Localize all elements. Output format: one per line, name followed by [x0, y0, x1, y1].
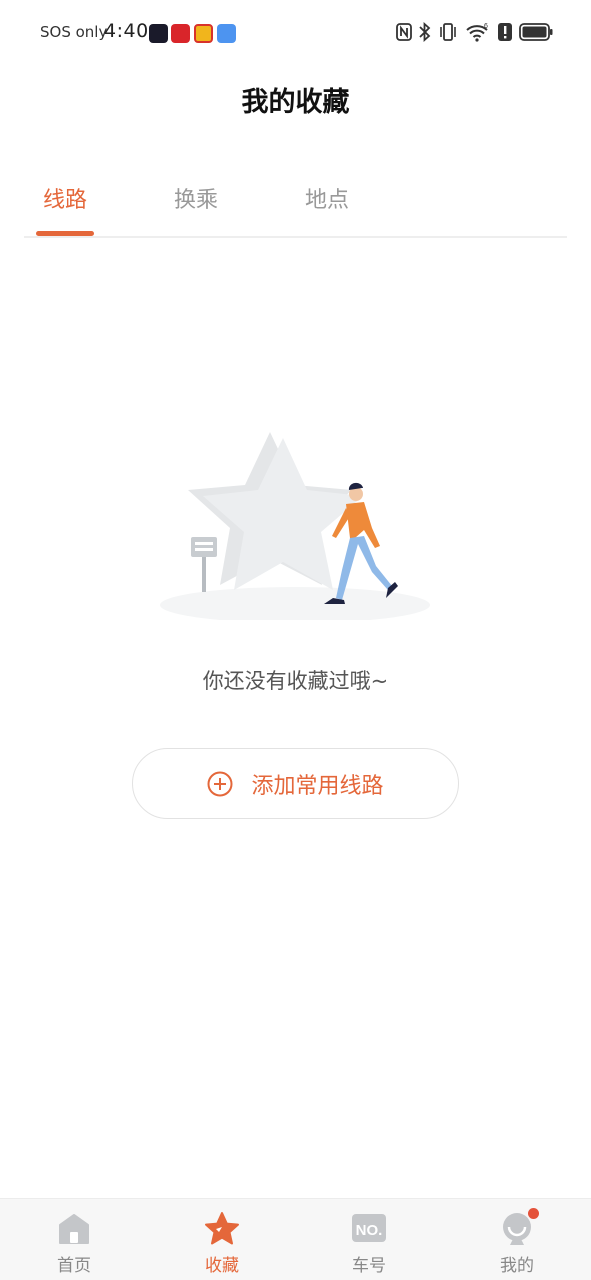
- nav-home[interactable]: 首页: [14, 1199, 134, 1280]
- home-icon: [59, 1214, 89, 1244]
- tab-indicator: [36, 231, 94, 236]
- nav-home-label: 首页: [57, 1256, 91, 1276]
- add-route-button[interactable]: 添加常用线路: [132, 748, 459, 819]
- empty-favorites-illustration: [160, 432, 430, 620]
- tab-places[interactable]: 地点: [305, 182, 349, 214]
- bottom-nav: 首页 收藏 NO. 车号 我的: [0, 1198, 591, 1280]
- status-bar: SOS only 4:40 6: [0, 0, 591, 66]
- plus-circle-icon: [207, 771, 233, 796]
- nav-profile[interactable]: 我的: [457, 1199, 577, 1280]
- nav-bus-number[interactable]: NO. 车号: [309, 1199, 429, 1280]
- notification-app-icon: [217, 24, 236, 43]
- alert-icon: [498, 23, 512, 41]
- clock: 4:40: [104, 20, 149, 42]
- nfc-icon: [396, 23, 412, 41]
- add-route-label: 添加常用线路: [251, 773, 384, 799]
- notification-app-icon: [149, 24, 168, 43]
- wifi-icon: 6: [466, 23, 488, 42]
- tab-bar: 线路 换乘 地点: [24, 160, 567, 238]
- svg-text:NO.: NO.: [356, 1222, 383, 1239]
- star-icon: [205, 1212, 239, 1245]
- tab-routes[interactable]: 线路: [43, 182, 87, 214]
- tab-transfer[interactable]: 换乘: [174, 182, 218, 214]
- empty-message: 你还没有收藏过哦~: [202, 669, 389, 693]
- notification-app-icon: [194, 24, 213, 43]
- bluetooth-icon: [419, 22, 431, 42]
- page-title: 我的收藏: [241, 87, 350, 118]
- battery-icon: [519, 23, 553, 41]
- nav-favorites-label: 收藏: [205, 1256, 239, 1276]
- no-icon: NO.: [352, 1214, 386, 1242]
- notification-app-icon: [171, 24, 190, 43]
- svg-text:6: 6: [484, 23, 488, 30]
- carrier-label: SOS only: [40, 23, 108, 41]
- notification-badge: [528, 1208, 539, 1219]
- nav-bus-number-label: 车号: [352, 1256, 386, 1276]
- nav-favorites[interactable]: 收藏: [162, 1199, 282, 1280]
- nav-profile-label: 我的: [500, 1256, 534, 1276]
- vibrate-icon: [440, 23, 456, 41]
